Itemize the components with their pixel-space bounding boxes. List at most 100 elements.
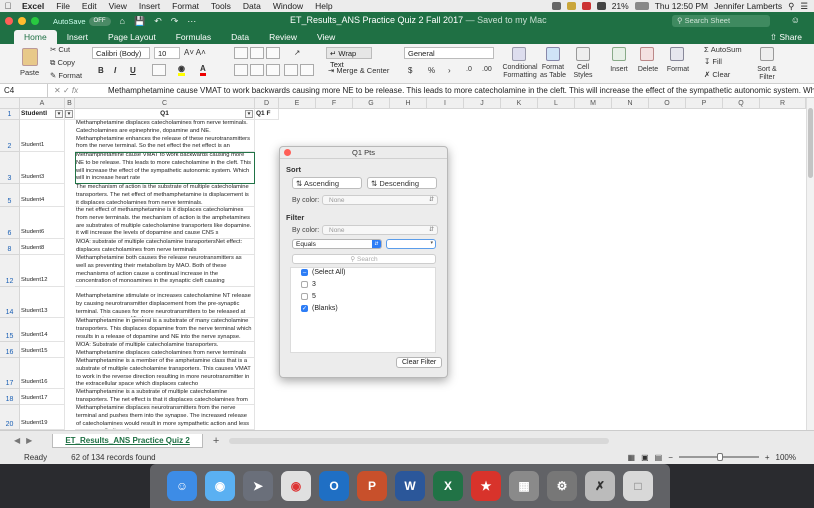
apple-icon[interactable]: : [0, 1, 16, 11]
column-header-b[interactable]: B: [65, 98, 75, 109]
status-menu-icon[interactable]: [566, 2, 576, 10]
align-left-icon[interactable]: [234, 64, 248, 76]
header-cell-q1[interactable]: Q1 ▾: [75, 109, 255, 120]
answer-cell[interactable]: Methamphetamine in general is a substrat…: [75, 318, 255, 342]
sort-by-color-select[interactable]: None ⇵: [322, 195, 438, 205]
notification-center-icon[interactable]: ☰: [800, 1, 808, 12]
align-center-icon[interactable]: [250, 64, 264, 76]
orientation-icon[interactable]: ↗: [294, 48, 300, 57]
close-panel-button[interactable]: [284, 149, 291, 156]
search-sheet-input[interactable]: ⚲ Search Sheet: [672, 15, 770, 27]
row-header[interactable]: 3: [0, 152, 20, 184]
student-id-cell[interactable]: Student19: [20, 405, 65, 430]
currency-button[interactable]: $: [408, 66, 412, 75]
header-cell-q1-pts[interactable]: Q1 F: [255, 109, 279, 120]
feedback-smiley-icon[interactable]: ☺: [791, 15, 800, 25]
wifi-icon[interactable]: [596, 2, 606, 10]
student-id-cell[interactable]: Student8: [20, 239, 65, 255]
add-sheet-button[interactable]: +: [213, 435, 219, 447]
cell-styles-icon[interactable]: [576, 47, 590, 61]
row-header[interactable]: 17: [0, 358, 20, 389]
script-icon[interactable]: ✗: [585, 471, 615, 501]
finder-icon[interactable]: ☺: [167, 471, 197, 501]
clock[interactable]: Thu 12:50 PM: [655, 1, 708, 11]
minimize-window-button[interactable]: [18, 17, 26, 25]
word-icon[interactable]: W: [395, 471, 425, 501]
powerpoint-icon[interactable]: P: [357, 471, 387, 501]
column-header-m[interactable]: M: [575, 98, 612, 109]
sort-filter-icon[interactable]: [760, 47, 774, 61]
menu-insert[interactable]: Insert: [133, 1, 166, 11]
clear-filter-button[interactable]: Clear Filter: [396, 357, 443, 368]
row-header[interactable]: 20: [0, 405, 20, 430]
answer-cell[interactable]: MOA: Substrate of multiple catecholamine…: [75, 342, 255, 358]
calculator-icon[interactable]: ▦: [509, 471, 539, 501]
cell-styles-label[interactable]: Cell Styles: [570, 64, 596, 80]
answer-cell[interactable]: Methamphetamine both causes the release …: [75, 255, 255, 287]
decrease-decimal-button[interactable]: .00: [482, 66, 492, 73]
zoom-out-icon[interactable]: −: [668, 453, 673, 462]
paste-icon[interactable]: [22, 48, 38, 66]
copy-button[interactable]: ⧉ Copy: [50, 58, 75, 68]
answer-cell[interactable]: Methamphetamine stimulate or increases c…: [75, 287, 255, 318]
increase-decimal-button[interactable]: .0: [466, 66, 472, 73]
scroll-thumb[interactable]: [808, 108, 813, 178]
vertical-scrollbar[interactable]: [806, 98, 814, 430]
autosave-toggle[interactable]: OFF: [88, 16, 111, 26]
wrap-text-button[interactable]: ↵ Wrap Text: [326, 47, 372, 69]
student-id-cell[interactable]: Student6: [20, 207, 65, 239]
column-header-o[interactable]: O: [649, 98, 686, 109]
zoom-in-icon[interactable]: +: [765, 453, 770, 462]
answer-cell-selected[interactable]: Methamphetamine cause VMAT to work backw…: [75, 152, 255, 184]
answer-cell[interactable]: Methamphetamine is a member of the amphe…: [75, 358, 255, 389]
delete-cells-icon[interactable]: [640, 47, 654, 61]
tab-home[interactable]: Home: [14, 30, 57, 44]
column-header-e[interactable]: E: [279, 98, 316, 109]
answer-cell[interactable]: MOA: substrate of multiple catecholamine…: [75, 239, 255, 255]
checkbox-mixed[interactable]: –: [301, 269, 308, 276]
menu-help[interactable]: Help: [309, 1, 338, 11]
name-box[interactable]: C4: [0, 83, 48, 98]
column-header-n[interactable]: N: [612, 98, 649, 109]
filter-option-5[interactable]: 5: [301, 293, 316, 300]
page-layout-view-icon[interactable]: ▣: [641, 453, 649, 462]
student-id-cell[interactable]: Student3: [20, 152, 65, 184]
trash-icon[interactable]: □: [623, 471, 653, 501]
paste-label[interactable]: Paste: [20, 68, 39, 77]
filter-dropdown-icon[interactable]: ▾: [245, 110, 253, 118]
menu-tools[interactable]: Tools: [205, 1, 237, 11]
sheet-tab-active[interactable]: ET_Results_ANS Practice Quiz 2: [52, 433, 203, 448]
number-format-select[interactable]: General: [404, 47, 494, 59]
student-id-cell[interactable]: Student1: [20, 120, 65, 152]
column-header-f[interactable]: F: [316, 98, 353, 109]
row-header[interactable]: 1: [0, 109, 20, 120]
sort-descending-button[interactable]: ⇅ Descending: [367, 177, 437, 189]
align-right-icon[interactable]: [266, 64, 280, 76]
tab-data[interactable]: Data: [221, 30, 259, 44]
student-id-cell[interactable]: Student15: [20, 342, 65, 358]
formula-input[interactable]: Methamphetamine cause VMAT to work backw…: [104, 86, 814, 95]
increase-indent-icon[interactable]: [300, 64, 314, 76]
menu-app-name[interactable]: Excel: [16, 1, 50, 11]
italic-button[interactable]: I: [114, 66, 116, 75]
fx-icon[interactable]: fx: [72, 86, 78, 95]
row-header[interactable]: 18: [0, 389, 20, 405]
filter-option-3[interactable]: 3: [301, 281, 316, 288]
insert-cells-icon[interactable]: [612, 47, 626, 61]
filter-dropdown-icon[interactable]: ▾: [55, 110, 63, 118]
student-id-cell[interactable]: Student12: [20, 255, 65, 287]
format-cells-icon[interactable]: [670, 47, 684, 61]
percent-button[interactable]: %: [428, 66, 435, 75]
tab-insert[interactable]: Insert: [57, 30, 98, 44]
comma-button[interactable]: ›: [448, 66, 451, 75]
checkbox-checked[interactable]: ✓: [301, 305, 308, 312]
answer-cell[interactable]: Methamphetamine displaces neurotransmitt…: [75, 405, 255, 430]
font-color-icon[interactable]: A: [200, 64, 206, 76]
merge-center-button[interactable]: ⇥ Merge & Center: [328, 66, 389, 75]
menu-edit[interactable]: Edit: [76, 1, 103, 11]
menu-data[interactable]: Data: [237, 1, 267, 11]
checkbox[interactable]: [301, 281, 308, 288]
column-header-c[interactable]: C: [75, 98, 255, 109]
tab-view[interactable]: View: [307, 30, 345, 44]
fill-color-icon[interactable]: ◉: [178, 64, 185, 76]
